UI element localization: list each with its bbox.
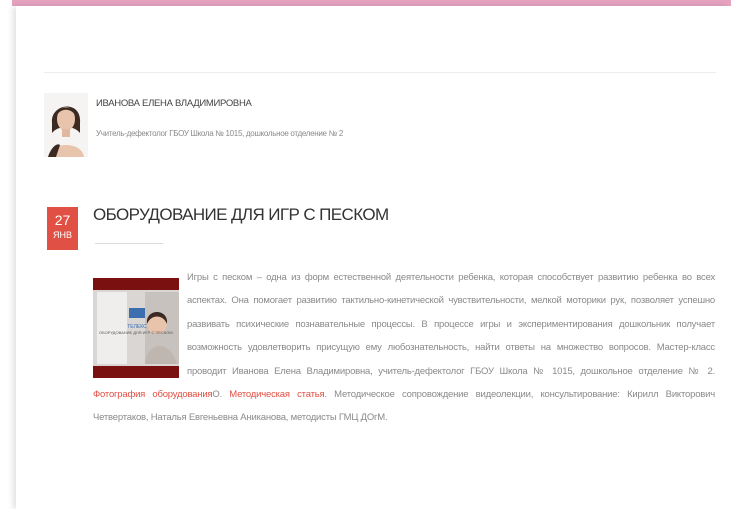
author-avatar[interactable] bbox=[44, 93, 88, 157]
post-body-text: Игры с песком – одна из форм естественно… bbox=[187, 272, 715, 377]
author-photo bbox=[44, 93, 88, 157]
title-underline bbox=[95, 243, 163, 244]
photo-link[interactable]: Фотография оборудования bbox=[93, 389, 213, 400]
post-card bbox=[16, 6, 731, 509]
header-divider bbox=[44, 72, 716, 73]
date-day: 27 bbox=[54, 212, 71, 228]
post-body: Игры с песком – одна из форм естественно… bbox=[93, 266, 715, 430]
date-month: ЯНВ bbox=[52, 230, 72, 240]
post-title[interactable]: ОБОРУДОВАНИЕ ДЛЯ ИГР С ПЕСКОМ bbox=[93, 205, 389, 225]
author-role: Учитель-дефектолог ГБОУ Школа № 1015, до… bbox=[96, 129, 343, 138]
date-badge: 27 ЯНВ bbox=[47, 207, 78, 250]
article-link[interactable]: Методическая статья bbox=[229, 389, 324, 400]
link-separator: О. bbox=[212, 389, 223, 401]
author-name[interactable]: ИВАНОВА ЕЛЕНА ВЛАДИМИРОВНА bbox=[96, 98, 252, 109]
